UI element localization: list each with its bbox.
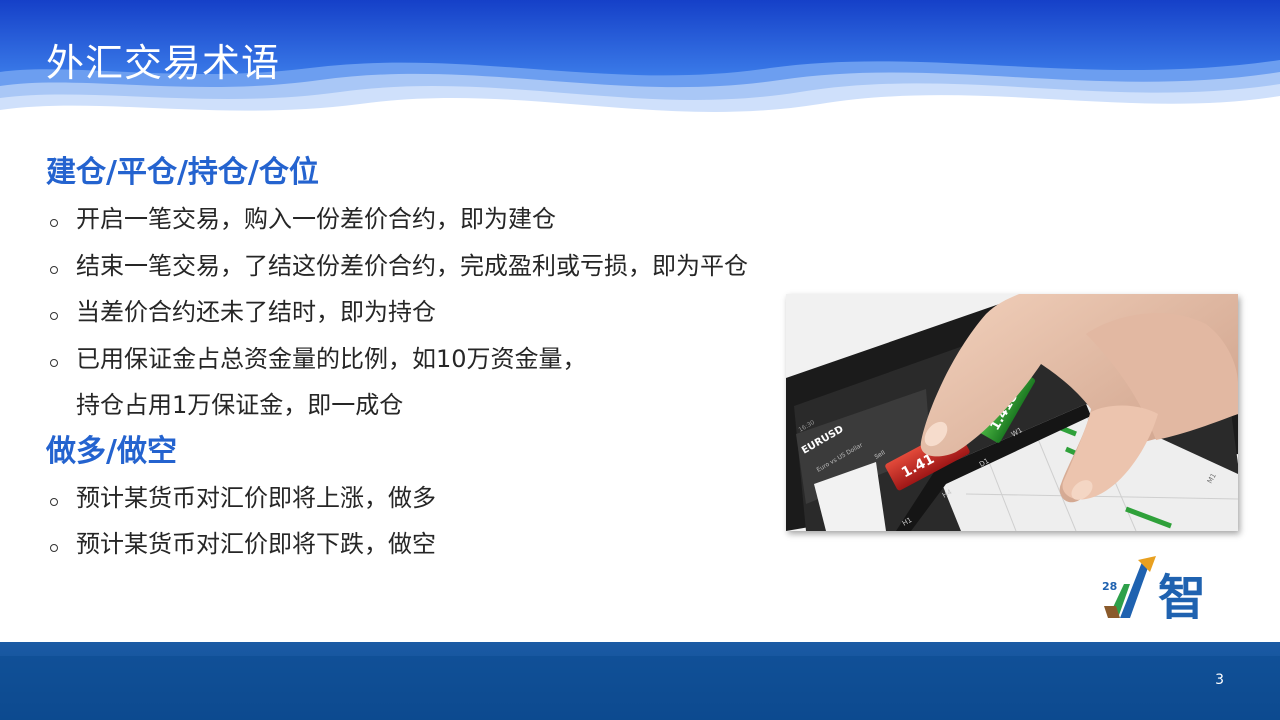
page-number: 3 [1215,672,1224,688]
list-item: 预计某货币对汇价即将上涨，做多 [46,475,806,522]
list-item: 开启一笔交易，购入一份差价合约，即为建仓 [46,196,806,243]
bullet-text: 结束一笔交易，了结这份差价合约，完成盈利或亏损，即为平仓 [76,251,748,280]
list-item: 已用保证金占总资金量的比例，如10万资金量， 持仓占用1万保证金，即一成仓 [46,336,806,429]
list-item: 预计某货币对汇价即将下跌，做空 [46,521,806,568]
logo-number: 28 [1102,580,1118,593]
bullet-circle-icon [50,265,58,274]
header-banner: 外汇交易术语 [0,0,1280,135]
list-item: 结束一笔交易，了结这份差价合约，完成盈利或亏损，即为平仓 [46,243,806,290]
footer-band [0,656,1280,720]
tablet-illustration: H1 H4 D1 W1 M1 EURUSD Euro vs US Dollar … [786,294,1238,531]
bullet-circle-icon [50,544,58,552]
bullet-circle-icon [50,497,58,506]
bullet-circle-icon [50,219,58,227]
bullet-text: 开启一笔交易，购入一份差价合约，即为建仓 [76,205,556,233]
bullet-text: 已用保证金占总资金量的比例，如10万资金量， [76,344,587,373]
list-item: 当差价合约还未了结时，即为持仓 [46,289,806,336]
trading-tablet-photo: H1 H4 D1 W1 M1 EURUSD Euro vs US Dollar … [786,294,1238,531]
bullet-list-long-short: 预计某货币对汇价即将上涨，做多 预计某货币对汇价即将下跌，做空 [46,475,806,568]
content-area: 建仓/平仓/持仓/仓位 开启一笔交易，购入一份差价合约，即为建仓 结束一笔交易，… [46,150,806,568]
brand-logo: 28 智库 [1100,556,1255,696]
bullet-list-positions: 开启一笔交易，购入一份差价合约，即为建仓 结束一笔交易，了结这份差价合约，完成盈… [46,196,806,429]
section-heading-positions: 建仓/平仓/持仓/仓位 [46,155,319,190]
bullet-circle-icon [50,312,58,320]
slide-title: 外汇交易术语 [46,41,281,85]
bullet-text: 预计某货币对汇价即将下跌，做空 [76,530,436,558]
bullet-text-continued: 持仓占用1万保证金，即一成仓 [76,391,404,419]
bullet-text: 预计某货币对汇价即将上涨，做多 [76,483,436,512]
section-heading-long-short: 做多/做空 [46,433,177,469]
bullet-circle-icon [50,358,58,367]
footer-bar: 3 [0,642,1280,720]
bullet-text: 当差价合约还未了结时，即为持仓 [76,298,436,326]
